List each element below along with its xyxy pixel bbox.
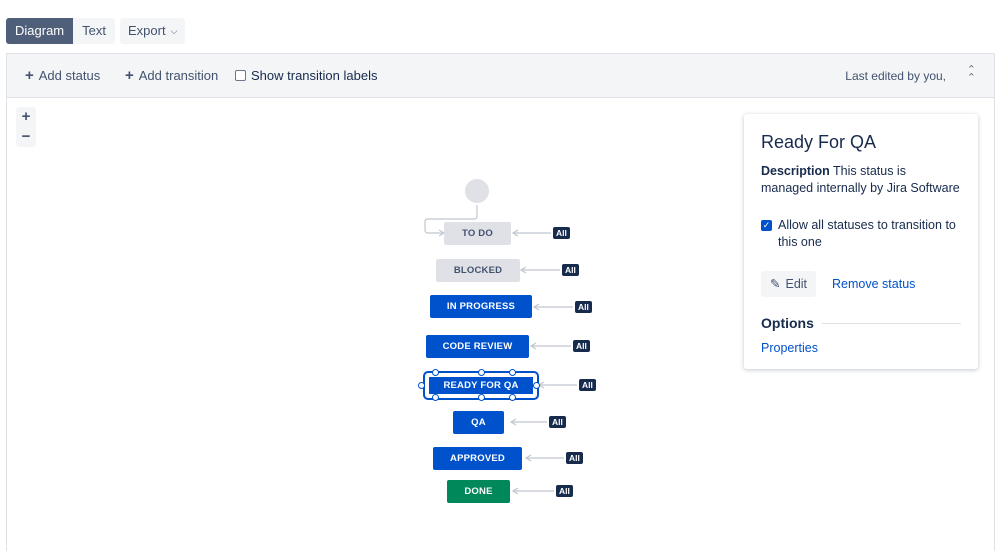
add-transition-button[interactable]: + Add transition [125, 68, 218, 83]
allow-all-label: Allow all statuses to transition to this… [778, 218, 956, 249]
add-status-label: Add status [38, 68, 101, 83]
panel-actions: ✎ Edit Remove status [761, 271, 961, 297]
global-transition-tag[interactable]: All [549, 416, 566, 428]
status-node-in-progress[interactable]: IN PROGRESS [430, 295, 532, 318]
resize-handle[interactable] [509, 394, 516, 401]
start-node [465, 179, 489, 203]
double-chevron-up-icon[interactable]: ⌃ ⌃ [967, 65, 976, 84]
resize-handle[interactable] [509, 369, 516, 376]
panel-title: Ready For QA [761, 132, 877, 152]
status-node-qa[interactable]: QA [453, 411, 504, 434]
global-transition-tag[interactable]: All [562, 264, 579, 276]
status-details-panel: Ready For QA Description This status is … [744, 114, 978, 369]
status-node-code-review[interactable]: CODE REVIEW [426, 335, 529, 358]
resize-handle[interactable] [418, 382, 425, 389]
add-status-button[interactable]: + Add status [25, 68, 100, 83]
plus-icon: + [125, 67, 134, 84]
allow-all-statuses-option[interactable]: ✓ Allow all statuses to transition to th… [761, 217, 961, 251]
workflow-toolbar: + Add status + Add transition Show trans… [6, 53, 995, 98]
global-transition-tag[interactable]: All [556, 485, 573, 497]
export-button[interactable]: Export ⌵ [120, 18, 186, 44]
status-node-done[interactable]: DONE [447, 480, 510, 503]
divider [821, 322, 961, 324]
chevron-down-icon: ⌵ [170, 26, 178, 36]
global-transition-tag[interactable]: All [566, 452, 583, 464]
add-transition-label: Add transition [138, 68, 219, 83]
status-node-blocked[interactable]: BLOCKED [436, 259, 520, 282]
global-transition-tag[interactable]: All [575, 301, 592, 313]
resize-handle[interactable] [432, 394, 439, 401]
status-node-approved[interactable]: APPROVED [433, 447, 522, 470]
options-section: Options [761, 315, 961, 331]
tab-diagram[interactable]: Diagram [6, 18, 74, 44]
remove-status-link[interactable]: Remove status [832, 277, 915, 291]
checkbox[interactable] [235, 70, 246, 81]
show-transition-labels-toggle[interactable]: Show transition labels [235, 68, 377, 83]
pencil-icon: ✎ [770, 277, 781, 291]
properties-link[interactable]: Properties [761, 341, 961, 355]
edit-button[interactable]: ✎ Edit [761, 271, 817, 297]
tab-text[interactable]: Text [73, 18, 115, 44]
resize-handle[interactable] [432, 369, 439, 376]
resize-handle[interactable] [478, 369, 485, 376]
plus-icon: + [25, 67, 34, 84]
show-labels-label: Show transition labels [251, 68, 378, 83]
view-tabs: Diagram Text [6, 18, 115, 44]
last-edited-text: Last edited by you, [845, 69, 946, 83]
description-label: Description [761, 164, 830, 178]
options-heading: Options [761, 315, 814, 331]
export-label: Export [128, 23, 166, 38]
resize-handle[interactable] [533, 382, 540, 389]
global-transition-tag[interactable]: All [553, 227, 570, 239]
status-node-to-do[interactable]: TO DO [444, 222, 511, 245]
status-description: Description This status is managed inter… [761, 163, 961, 197]
resize-handle[interactable] [478, 394, 485, 401]
edit-label: Edit [785, 277, 808, 291]
global-transition-tag[interactable]: All [573, 340, 590, 352]
global-transition-tag[interactable]: All [579, 379, 596, 391]
checkbox-checked-icon[interactable]: ✓ [761, 220, 772, 231]
